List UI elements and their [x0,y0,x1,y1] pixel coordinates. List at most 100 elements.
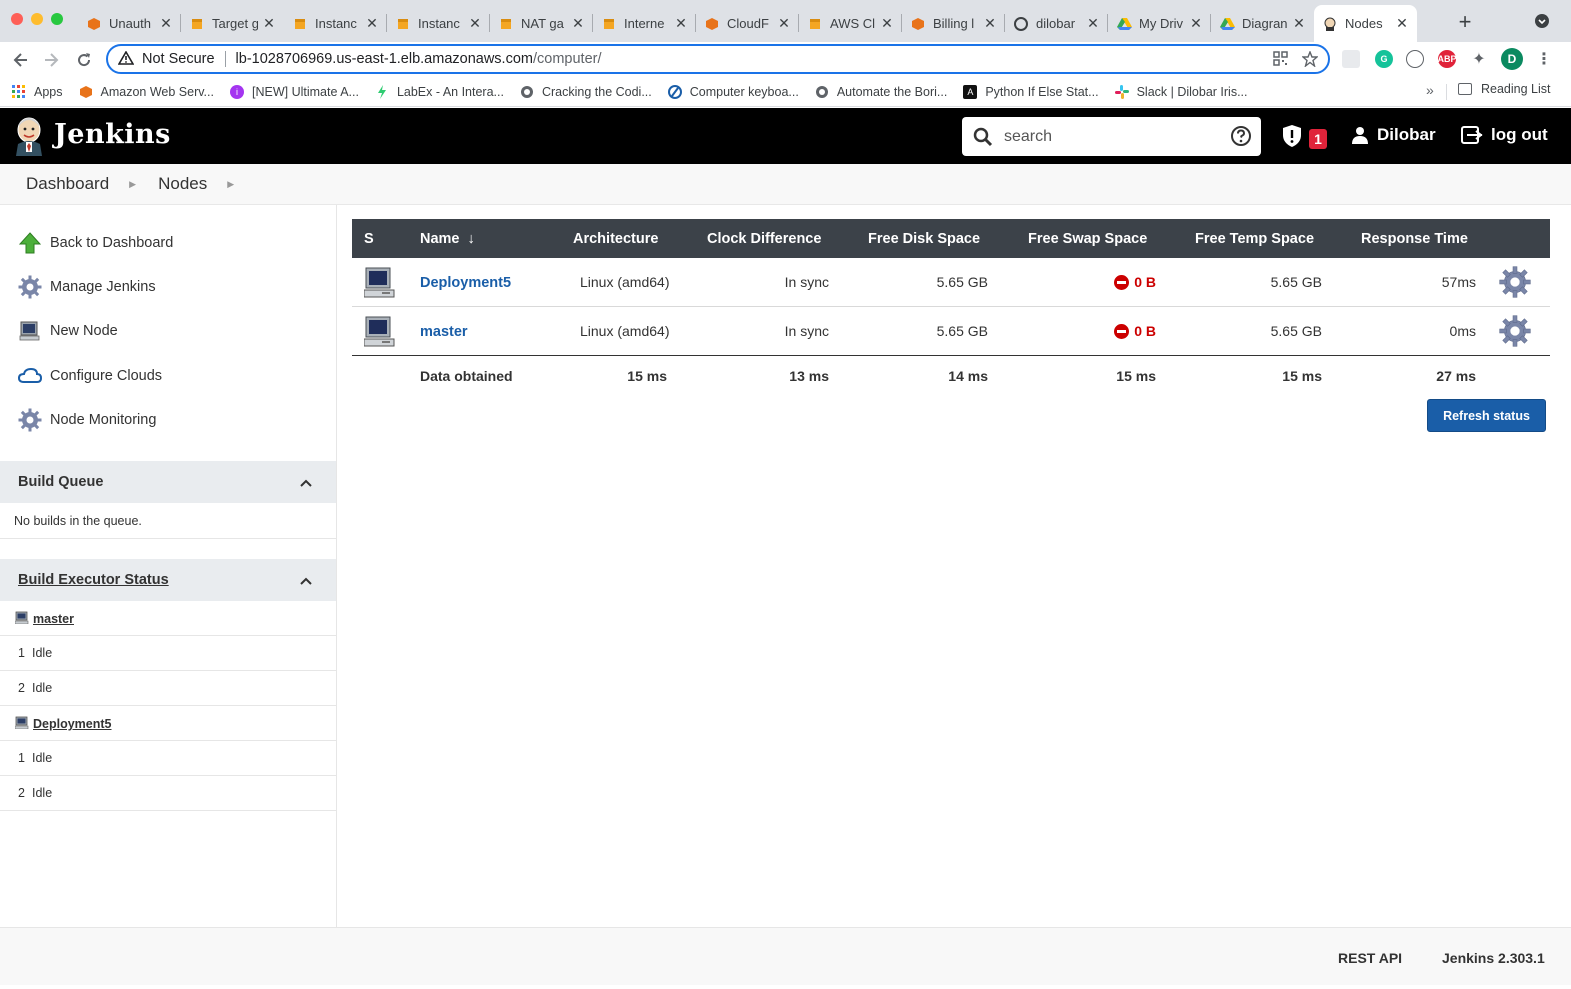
footer-disk: 14 ms [948,368,988,384]
chevron-right-icon[interactable]: ▶ [129,179,136,190]
close-icon[interactable]: ✕ [262,15,276,32]
breadcrumb-dashboard[interactable]: Dashboard [26,174,109,194]
jenkins-logo-icon[interactable] [14,116,44,156]
address-bar[interactable]: Not Secure lb-1028706969.us-east-1.elb.a… [106,44,1330,74]
browser-tab[interactable]: Billing l ✕ [902,5,1005,42]
close-icon[interactable]: ✕ [983,15,997,32]
close-icon[interactable]: ✕ [468,15,482,32]
bookmark-item[interactable]: i [NEW] Ultimate A... [229,84,359,99]
column-name[interactable]: Name ↓ [420,231,475,247]
table-footer-data-obtained: Data obtained 15 ms 13 ms 14 ms 15 ms 15… [352,356,1550,394]
executor-computer-deployment5[interactable]: Deployment5 [14,716,112,732]
window-close-button[interactable] [11,13,23,25]
browser-tab-active[interactable]: Nodes ✕ [1314,5,1417,42]
task-back-to-dashboard[interactable]: Back to Dashboard [18,231,173,255]
browser-tab[interactable]: dilobar ✕ [1005,5,1108,42]
close-icon[interactable]: ✕ [571,15,585,32]
bookmark-item[interactable]: Computer keyboa... [667,84,799,99]
refresh-status-button[interactable]: Refresh status [1427,399,1546,432]
column-status[interactable]: S [364,231,374,247]
chevron-right-icon[interactable]: ▶ [227,179,234,190]
configure-node-gear-icon[interactable] [1499,266,1531,301]
column-response-time[interactable]: Response Time [1361,231,1468,247]
extension-placeholder-icon[interactable] [1342,50,1360,68]
bookmark-item[interactable]: Slack | Dilobar Iris... [1114,84,1248,99]
jenkins-version-link[interactable]: Jenkins 2.303.1 [1442,950,1545,966]
column-free-temp-space[interactable]: Free Temp Space [1195,231,1314,247]
column-free-swap-space[interactable]: Free Swap Space [1028,231,1147,247]
column-clock-difference[interactable]: Clock Difference [707,231,821,247]
close-icon[interactable]: ✕ [159,15,173,32]
node-link[interactable]: Deployment5 [420,275,511,291]
browser-tab[interactable]: NAT ga ✕ [490,5,593,42]
qr-code-icon[interactable] [1273,51,1288,71]
help-icon[interactable] [1230,125,1252,147]
chevron-up-icon[interactable] [300,475,312,491]
tab-search-icon[interactable] [1535,14,1549,33]
build-executor-status-header[interactable]: Build Executor Status [0,559,336,601]
search-input[interactable] [1004,127,1219,146]
bookmark-item[interactable]: Automate the Bori... [815,85,947,99]
browser-tab[interactable]: Instanc ✕ [387,5,490,42]
close-icon[interactable]: ✕ [1292,15,1306,32]
reload-button[interactable] [72,48,96,72]
close-icon[interactable]: ✕ [880,15,894,32]
column-free-disk-space[interactable]: Free Disk Space [868,231,980,247]
extension-circle-icon[interactable] [1406,50,1424,68]
browser-tab[interactable]: Target g ✕ [181,5,284,42]
close-icon[interactable]: ✕ [365,15,379,32]
logout-link[interactable]: log out [1461,125,1548,145]
browser-tab[interactable]: Interne ✕ [593,5,696,42]
close-icon[interactable]: ✕ [1086,15,1100,32]
bookmark-item[interactable]: LabEx - An Intera... [375,84,504,99]
browser-tab[interactable]: Unauth ✕ [78,5,181,42]
task-manage-jenkins[interactable]: Manage Jenkins [18,275,156,299]
breadcrumb-nodes[interactable]: Nodes [158,174,207,194]
profile-avatar[interactable]: D [1501,48,1523,70]
browser-tab[interactable]: My Driv ✕ [1108,5,1211,42]
browser-tab[interactable]: Diagran ✕ [1211,5,1314,42]
executor-slot: 1 Idle [18,751,53,765]
node-link[interactable]: master [420,324,468,340]
new-tab-button[interactable]: + [1455,9,1475,35]
puzzle-extensions-icon[interactable]: ✦ [1470,50,1488,68]
chevron-up-icon[interactable] [300,573,312,589]
close-icon[interactable]: ✕ [1189,15,1203,32]
executor-computer-master[interactable]: master [14,611,74,627]
drive-icon [1116,16,1132,32]
build-queue-header[interactable]: Build Queue [0,461,336,503]
close-icon[interactable]: ✕ [1395,15,1409,32]
bookmark-item[interactable]: Amazon Web Serv... [79,85,214,99]
breadcrumb: Dashboard ▶ Nodes ▶ [0,164,1571,205]
security-alerts[interactable]: 1 [1282,124,1327,153]
bookmark-item[interactable]: Cracking the Codi... [520,85,652,99]
task-node-monitoring[interactable]: Node Monitoring [18,408,156,432]
security-status[interactable]: Not Secure [142,51,215,67]
aws-icon [910,16,926,32]
window-maximize-button[interactable] [51,13,63,25]
configure-node-gear-icon[interactable] [1499,315,1531,350]
browser-tab[interactable]: CloudF ✕ [696,5,799,42]
column-architecture[interactable]: Architecture [573,231,658,247]
reading-list-button[interactable]: Reading List [1458,82,1551,96]
adblock-icon[interactable]: ABP [1438,50,1457,68]
close-icon[interactable]: ✕ [777,15,791,32]
bookmark-item[interactable]: A Python If Else Stat... [963,84,1099,99]
more-bookmarks-button[interactable]: » [1426,82,1434,98]
browser-menu-icon[interactable]: ⋮ [1535,50,1553,68]
rest-api-link[interactable]: REST API [1338,950,1402,966]
task-configure-clouds[interactable]: Configure Clouds [18,364,162,388]
bookmark-apps[interactable]: Apps [12,84,63,99]
browser-tab[interactable]: AWS Cl ✕ [799,5,902,42]
browser-tab[interactable]: Instanc ✕ [284,5,387,42]
task-new-node[interactable]: New Node [18,319,118,343]
window-minimize-button[interactable] [31,13,43,25]
forward-button[interactable] [40,48,64,72]
globe-icon [520,85,534,99]
user-menu[interactable]: Dilobar [1351,125,1436,145]
jenkins-title[interactable]: Jenkins [54,119,171,150]
close-icon[interactable]: ✕ [674,15,688,32]
bookmark-star-icon[interactable] [1301,50,1319,71]
back-button[interactable] [8,48,32,72]
grammarly-icon[interactable]: G [1375,50,1393,68]
